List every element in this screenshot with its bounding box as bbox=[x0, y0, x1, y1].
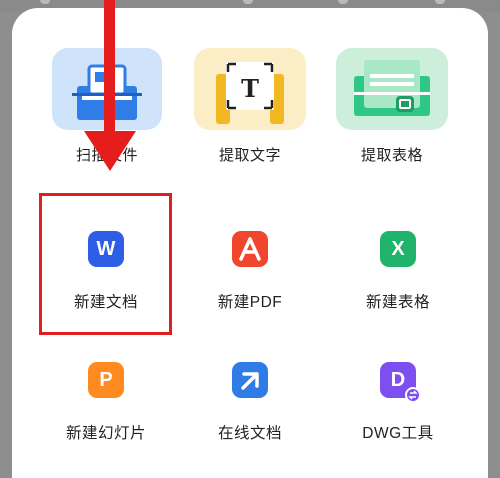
extract-text-button[interactable]: T 提取文字 bbox=[194, 48, 306, 165]
pointer-arrow-shaft bbox=[104, 0, 115, 140]
extract-text-icon: T bbox=[194, 48, 306, 130]
online-document-button[interactable]: 在线文档 bbox=[180, 362, 320, 443]
online-document-label: 在线文档 bbox=[217, 425, 282, 442]
new-pdf-button[interactable]: 新建PDF bbox=[180, 231, 320, 312]
new-slides-label: 新建幻灯片 bbox=[65, 425, 146, 442]
extract-table-icon bbox=[336, 48, 448, 130]
extract-text-glyph: T bbox=[241, 74, 259, 103]
new-pdf-label: 新建PDF bbox=[217, 294, 283, 311]
pointer-arrow-icon bbox=[84, 131, 136, 171]
background-icon-1 bbox=[40, 0, 50, 4]
dwg-icon: D bbox=[380, 362, 421, 403]
excel-icon: X bbox=[380, 231, 416, 267]
background-icon-4 bbox=[435, 0, 445, 4]
new-slides-button[interactable]: P 新建幻灯片 bbox=[36, 362, 176, 443]
online-doc-icon bbox=[232, 362, 268, 398]
new-spreadsheet-label: 新建表格 bbox=[365, 294, 430, 311]
extract-table-button[interactable]: 提取表格 bbox=[336, 48, 448, 165]
background-icon-2 bbox=[243, 0, 253, 4]
new-spreadsheet-button[interactable]: X 新建表格 bbox=[328, 231, 468, 312]
pdf-icon bbox=[232, 231, 268, 267]
dwg-tools-label: DWG工具 bbox=[362, 425, 434, 442]
dwg-tools-button[interactable]: D DWG工具 bbox=[328, 362, 468, 443]
extract-text-label: 提取文字 bbox=[218, 147, 281, 164]
highlight-box bbox=[39, 193, 172, 335]
background-icon-3 bbox=[338, 0, 348, 4]
extract-table-label: 提取表格 bbox=[360, 147, 423, 164]
ppt-icon: P bbox=[88, 362, 124, 398]
